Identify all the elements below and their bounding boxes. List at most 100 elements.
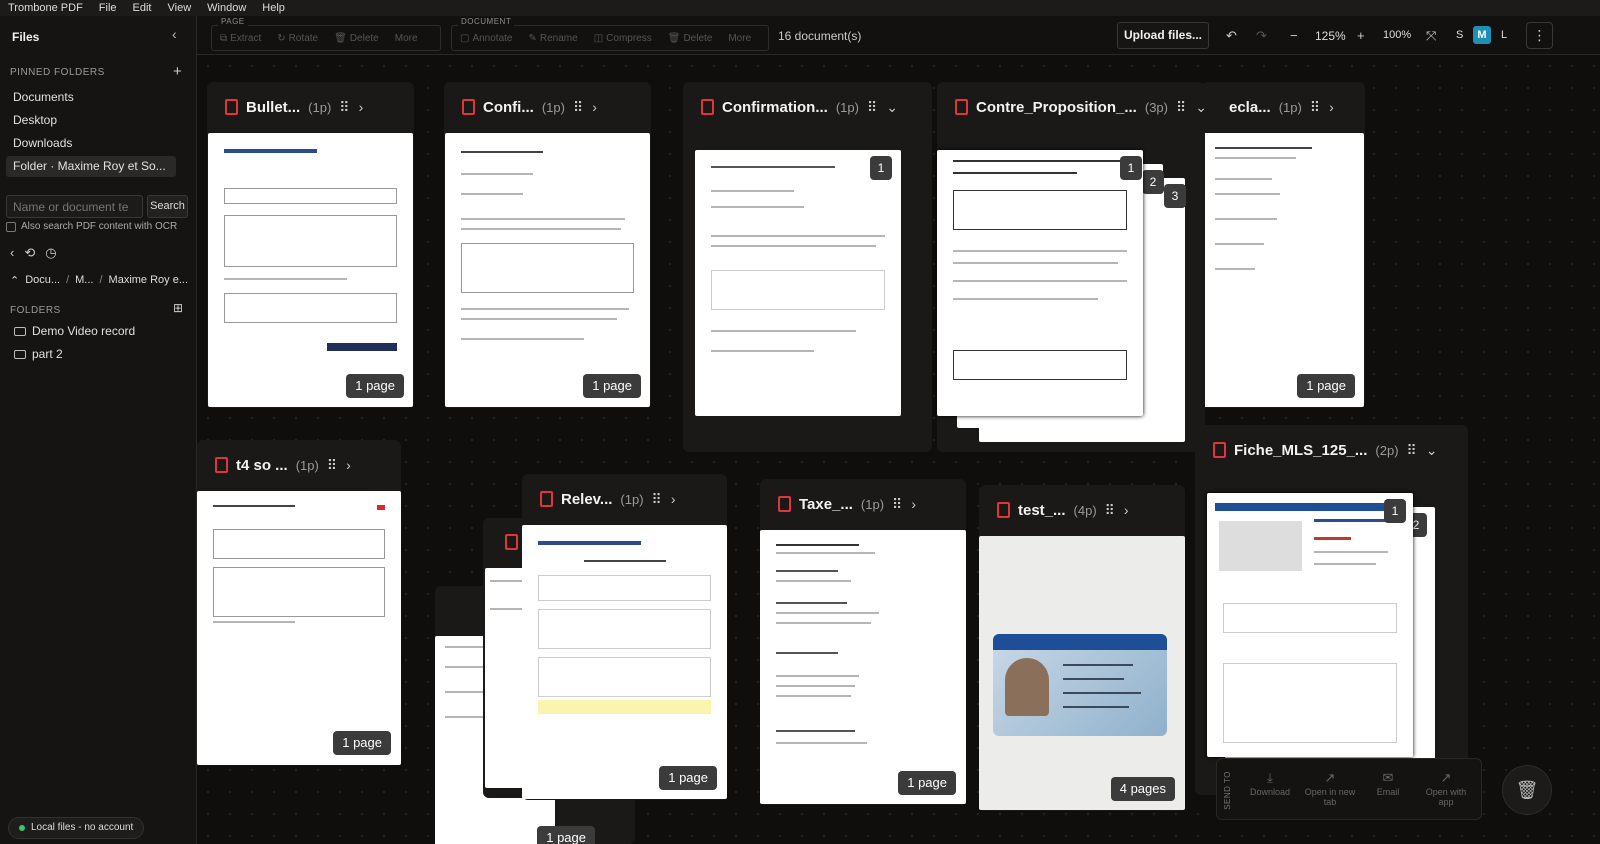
chevron-right-icon[interactable]: › [359,99,364,115]
pinned-documents[interactable]: Documents [6,87,176,108]
page-thumbnail[interactable] [979,536,1185,810]
menu-view[interactable]: View [160,2,200,14]
document-card[interactable]: t4 so ... (1p) ⠿ › 1 page [197,440,401,765]
upload-files-button[interactable]: Upload files... [1117,22,1209,49]
undo-icon[interactable]: ↶ [1226,28,1237,44]
zoom-in-icon[interactable]: + [1357,28,1365,43]
size-large-button[interactable]: L [1501,29,1507,41]
page-thumbnail[interactable] [937,150,1143,416]
pinned-current-folder[interactable]: Folder · Maxime Roy et So... [6,156,176,177]
ocr-option[interactable]: Also search PDF content with OCR [6,221,177,232]
breadcrumb-item[interactable]: Maxime Roy e... [109,274,188,287]
delete-document-button[interactable]: 🗑 Delete [660,33,721,44]
document-card[interactable]: test_... (4p) ⠿ › 4 pages [979,485,1185,811]
account-status[interactable]: Local files - no account [8,817,145,839]
document-card[interactable]: Confi... (1p) ⠿ › 1 page [444,82,651,408]
document-name[interactable]: Bullet... [246,99,300,116]
breadcrumb-item[interactable]: M... [75,274,93,287]
annotate-button[interactable]: ▢ Annotate [452,33,521,44]
rename-button[interactable]: ✎ Rename [521,33,586,44]
refresh-icon[interactable]: ⟲ [24,245,35,261]
document-name[interactable]: Fiche_MLS_125_... [1234,442,1367,459]
collapse-all-icon[interactable]: ⤧ [1426,28,1436,44]
breadcrumb-item[interactable]: Docu... [25,274,60,287]
chevron-down-icon[interactable]: ⌄ [1426,442,1438,459]
document-name[interactable]: Confi... [483,99,534,116]
menu-window[interactable]: Window [199,2,254,14]
drag-handle-icon[interactable]: ⠿ [327,457,338,474]
open-new-tab-button[interactable]: ↗ Open in new tab [1303,771,1357,807]
menu-edit[interactable]: Edit [125,2,160,14]
drag-handle-icon[interactable]: ⠿ [1176,99,1187,116]
page-thumbnail[interactable] [695,150,901,416]
drag-handle-icon[interactable]: ⠿ [1310,99,1321,116]
drag-handle-icon[interactable]: ⠿ [1105,502,1116,519]
drag-handle-icon[interactable]: ⠿ [1407,442,1418,459]
size-medium-button[interactable]: M [1473,26,1491,44]
drag-handle-icon[interactable]: ⠿ [652,491,663,508]
document-card[interactable]: Relev... (1p) ⠿ › 1 page [522,474,727,800]
document-card[interactable]: Taxe_... (1p) ⠿ › 1 page [760,479,966,805]
drag-handle-icon[interactable]: ⠿ [339,99,350,116]
drag-handle-icon[interactable]: ⠿ [867,99,878,116]
document-name[interactable]: Confirmation... [722,99,828,116]
page-thumbnail[interactable] [760,530,966,804]
chevron-down-icon[interactable]: ⌄ [886,99,898,116]
document-name[interactable]: ecla... [1229,99,1271,116]
page-thumbnail[interactable] [208,133,413,407]
up-icon[interactable]: ⌃ [10,274,19,287]
document-name[interactable]: Relev... [561,491,612,508]
chevron-right-icon[interactable]: › [911,496,916,512]
drag-handle-icon[interactable]: ⠿ [573,99,584,116]
page-thumbnail[interactable] [522,525,727,799]
chevron-right-icon[interactable]: › [1329,99,1334,115]
document-card[interactable]: Contre_Proposition_... (3p) ⠿ ⌄ 3 2 1 [937,82,1207,452]
search-input[interactable] [6,195,143,218]
fit-zoom-button[interactable]: 100% [1383,29,1411,41]
add-pinned-folder-icon[interactable]: + [173,63,182,80]
email-button[interactable]: ✉ Email [1361,771,1415,797]
collapse-sidebar-icon[interactable]: ‹ [172,26,177,42]
more-document-button[interactable]: More [720,33,759,44]
folder-item[interactable]: part 2 [14,347,63,361]
document-card[interactable]: Confirmation... (1p) ⠿ ⌄ 1 [683,82,932,452]
pinned-desktop[interactable]: Desktop [6,110,176,131]
ocr-checkbox[interactable] [6,221,16,232]
page-thumbnail[interactable] [445,133,650,407]
document-name[interactable]: test_... [1018,502,1066,519]
chevron-right-icon[interactable]: › [592,99,597,115]
rotate-button[interactable]: ↻ Rotate [269,33,326,44]
extract-button[interactable]: ⧉ Extract [212,33,269,44]
redo-icon[interactable]: ↷ [1256,28,1267,44]
back-icon[interactable]: ‹ [10,245,14,261]
chevron-right-icon[interactable]: › [1124,502,1129,518]
chevron-down-icon[interactable]: ⌄ [1195,99,1207,116]
pinned-downloads[interactable]: Downloads [6,133,176,154]
search-button[interactable]: Search [147,195,188,218]
page-thumbnail[interactable] [1202,133,1364,407]
document-name[interactable]: t4 so ... [236,457,288,474]
download-button[interactable]: ⤓ Download [1243,771,1297,797]
menu-file[interactable]: File [91,2,125,14]
zoom-out-icon[interactable]: − [1290,28,1298,43]
more-options-icon[interactable]: ⋮ [1526,22,1553,49]
document-name[interactable]: Contre_Proposition_... [976,99,1137,116]
folder-item[interactable]: Demo Video record [14,324,135,338]
more-page-button[interactable]: More [387,33,426,44]
open-with-app-button[interactable]: ↗ Open with app [1419,771,1473,807]
menu-help[interactable]: Help [254,2,293,14]
compress-button[interactable]: ◫ Compress [586,33,660,44]
document-name[interactable]: Taxe_... [799,496,853,513]
chevron-right-icon[interactable]: › [671,491,676,507]
new-folder-icon[interactable]: ⊞ [173,301,183,315]
trash-icon[interactable]: 🗑 [1502,765,1552,815]
size-small-button[interactable]: S [1456,29,1463,41]
document-card[interactable]: Fiche_MLS_125_... (2p) ⠿ ⌄ 2 1 [1195,425,1468,795]
page-thumbnail[interactable] [1207,493,1413,757]
document-card[interactable]: Bullet... (1p) ⠿ › 1 page [207,82,414,408]
document-card[interactable]: ecla... (1p) ⠿ › 1 page [1201,82,1365,408]
page-thumbnail[interactable] [197,491,401,765]
chevron-right-icon[interactable]: › [346,457,351,473]
delete-page-button[interactable]: 🗑 Delete [326,33,387,44]
drag-handle-icon[interactable]: ⠿ [892,496,903,513]
